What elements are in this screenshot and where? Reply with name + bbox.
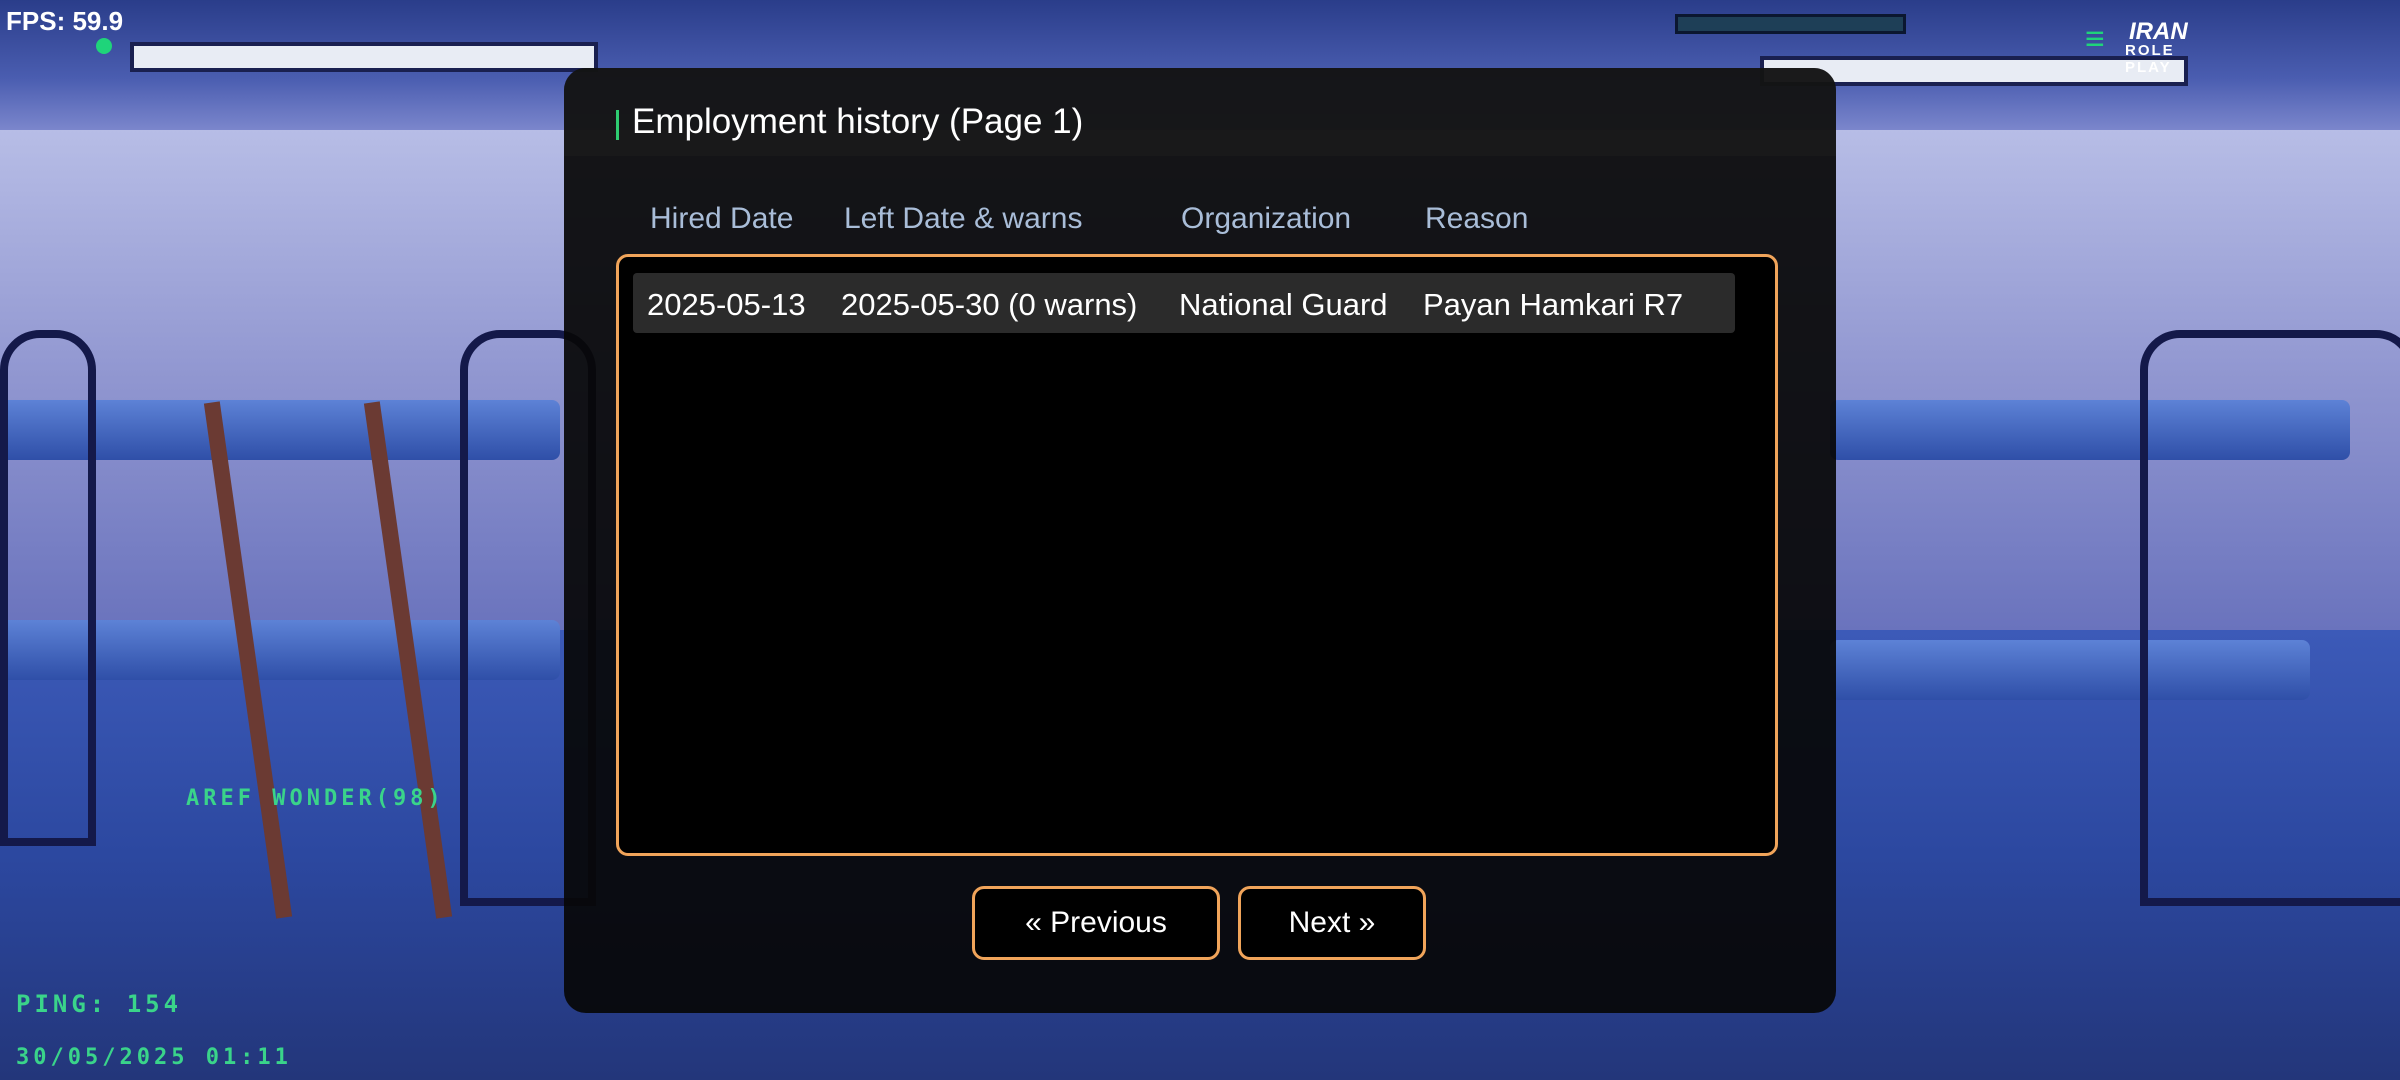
cell-reason: Payan Hamkari R7 xyxy=(1423,287,1684,322)
logo-icon: ≡ xyxy=(2085,20,2105,58)
server-logo: ≡ IRAN ROLE PLAY xyxy=(2085,18,2215,76)
dialog-title: Employment history (Page 1) xyxy=(632,102,1084,141)
player-nametag: AREF WONDER(98) xyxy=(186,786,445,811)
bed-frame xyxy=(2140,330,2400,906)
bed-frame xyxy=(0,330,96,846)
status-dot xyxy=(96,38,112,54)
column-header-reason: Reason xyxy=(1425,202,1529,235)
next-button[interactable]: Next » xyxy=(1238,886,1426,960)
ping-display: PING: 154 xyxy=(16,990,183,1018)
logo-subtext: ROLE PLAY xyxy=(2125,42,2175,76)
cell-hired-date: 2025-05-13 xyxy=(647,287,806,322)
employment-history-dialog: Employment history (Page 1) Hired Date L… xyxy=(564,68,1836,1013)
health-bar xyxy=(1675,14,1906,34)
dialog-header: Employment history (Page 1) xyxy=(564,68,1836,156)
column-header-organization: Organization xyxy=(1181,202,1352,235)
fps-counter: FPS: 59.9 xyxy=(6,6,124,36)
previous-button[interactable]: « Previous xyxy=(972,886,1220,960)
table-row[interactable]: 2025-05-13 2025-05-30 (0 warns) National… xyxy=(633,273,1735,333)
cell-organization: National Guard xyxy=(1179,287,1388,322)
cell-left-date: 2025-05-30 (0 warns) xyxy=(841,287,1138,322)
title-accent-bar xyxy=(616,110,619,140)
column-header-hired-date: Hired Date xyxy=(650,202,794,235)
column-header-left-date: Left Date & warns xyxy=(844,202,1083,235)
history-list[interactable]: 2025-05-13 2025-05-30 (0 warns) National… xyxy=(616,254,1778,856)
date-time: 30/05/2025 01:11 xyxy=(16,1045,292,1070)
ceiling-lamp xyxy=(130,42,598,72)
